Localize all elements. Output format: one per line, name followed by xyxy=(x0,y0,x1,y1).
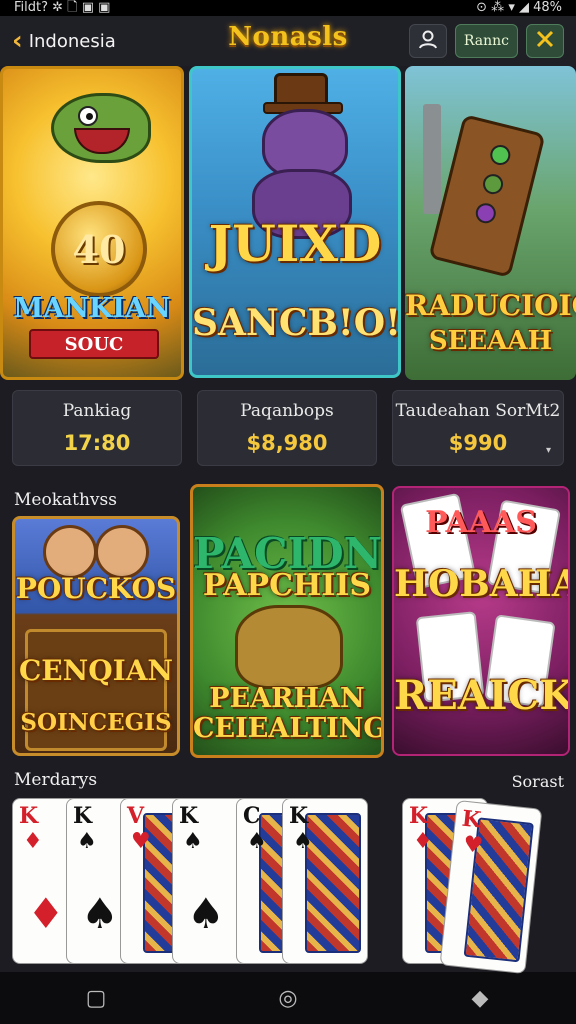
section-link[interactable]: Sorast xyxy=(512,772,564,791)
game-tile-pacidn[interactable]: PACIDN PAPCHIIS PEARHAN CEIEALTING xyxy=(190,484,384,758)
hat-illustration xyxy=(263,73,343,114)
stat-value: 17:80 xyxy=(63,431,131,455)
tools-icon xyxy=(535,29,555,53)
tools-button[interactable] xyxy=(526,24,564,58)
stat-label: Taudeahan SorMt2 xyxy=(395,401,561,421)
search-button[interactable] xyxy=(408,24,447,58)
nav-home-icon[interactable]: ◎ xyxy=(264,978,312,1018)
game-caption: PEARHAN xyxy=(209,683,365,714)
rank-button[interactable]: Rannc xyxy=(454,24,518,58)
status-left: Fildt? ✲ 🗋 ▣ ▣ xyxy=(14,0,111,15)
stat-label: Paqanbops xyxy=(240,401,334,421)
game-tile-raducioig[interactable]: RADUCIOIG SEEAAH xyxy=(405,66,576,380)
card-rank: K xyxy=(460,805,483,834)
stat-card[interactable]: Taudeahan SorMt2 $990 ▾ xyxy=(392,390,564,466)
game-tile-pouckos[interactable]: POUCKOS CENQIAN SOINCEGIS xyxy=(12,516,180,756)
character-illustration xyxy=(235,605,343,689)
chevron-left-icon: ‹ xyxy=(12,26,23,56)
card-rank: K xyxy=(19,803,39,829)
game-caption: SOINCEGIS xyxy=(20,709,172,736)
fish-illustration xyxy=(51,93,151,163)
card-center-suit-icon: ♠ xyxy=(81,889,119,938)
game-tile-hobaha[interactable]: PAAAS HOBAHA REAICKE xyxy=(392,486,570,756)
game-tile-juixd[interactable]: JUIXD SANCB!O! xyxy=(189,66,401,378)
top-bar: ‹ Indonesia Nonasls Rannc xyxy=(0,16,576,66)
game-caption-2: CEIEALTING xyxy=(193,713,384,744)
card-rank: V xyxy=(127,803,145,829)
game-subtitle: HOBAHA xyxy=(394,563,570,605)
nav-back-icon[interactable]: ▢ xyxy=(72,978,120,1018)
section-title: Merdarys xyxy=(14,770,98,790)
playing-card[interactable]: K ♥ xyxy=(439,799,543,975)
game-title: PAAAS xyxy=(425,505,537,540)
top-actions: Rannc xyxy=(408,24,564,58)
stat-value: $990 xyxy=(448,431,508,455)
card-suit-icon: ♥ xyxy=(131,829,151,854)
game-ribbon: SOUC xyxy=(29,329,159,359)
card-center-suit-icon: ♦ xyxy=(27,889,65,938)
card-suit-icon: ♦ xyxy=(413,829,433,854)
game-title: RADUCIOIG xyxy=(405,289,576,322)
card-rank: C xyxy=(243,803,261,829)
stat-card[interactable]: Paqanbops $8,980 xyxy=(197,390,377,466)
stat-label: Pankiag xyxy=(62,401,132,421)
card-rank: K xyxy=(289,803,309,829)
game-title: JUIXD xyxy=(208,214,382,273)
back-button[interactable]: ‹ Indonesia xyxy=(12,28,116,54)
card-suit-icon: ♠ xyxy=(183,829,203,854)
card-suit-icon: ♠ xyxy=(247,829,267,854)
nav-recents-icon[interactable]: ◆ xyxy=(456,978,504,1018)
card-suit-icon: ♦ xyxy=(23,829,43,854)
back-label: Indonesia xyxy=(28,30,116,52)
faces-illustration xyxy=(29,525,159,579)
app-logo: Nonasls xyxy=(228,22,348,52)
card-center-suit-icon: ♠ xyxy=(187,889,225,938)
section-title: Meokathvss xyxy=(14,490,117,510)
tower-illustration xyxy=(423,104,441,214)
card-suit-icon: ♠ xyxy=(293,829,313,854)
game-title: POUCKOS xyxy=(15,572,177,605)
game-subtitle: PAPCHIIS xyxy=(202,568,372,603)
game-subtitle: SANCB!O! xyxy=(192,302,401,344)
card-rank: K xyxy=(73,803,93,829)
coin-illustration: 40 xyxy=(51,201,147,297)
game-caption: REAICKE xyxy=(394,672,568,719)
radio-illustration xyxy=(428,114,546,278)
card-rank: K xyxy=(409,803,429,829)
game-subtitle: SEEAAH xyxy=(428,326,553,356)
dropdown-caret-icon[interactable]: ▾ xyxy=(546,445,551,456)
search-person-icon xyxy=(418,29,438,53)
stat-value: $8,980 xyxy=(246,431,328,455)
card-suit-icon: ♠ xyxy=(77,829,97,854)
game-title: MANKIAN xyxy=(13,293,171,324)
stat-card[interactable]: Pankiag 17:80 xyxy=(12,390,182,466)
card-suit-icon: ♥ xyxy=(461,831,485,859)
status-bar: Fildt? ✲ 🗋 ▣ ▣ ⊙ ⁂ ▾ ◢ 48% xyxy=(0,0,576,16)
card-face-art xyxy=(305,813,361,953)
game-tile-mankian[interactable]: 40 MANKIAN SOUC xyxy=(0,66,184,380)
system-nav-bar: ▢ ◎ ◆ xyxy=(0,972,576,1024)
game-subtitle: CENQIAN xyxy=(18,654,174,687)
status-right: ⊙ ⁂ ▾ ◢ 48% xyxy=(476,0,562,15)
playing-card[interactable]: K ♠ xyxy=(282,798,368,964)
card-rank: K xyxy=(179,803,199,829)
